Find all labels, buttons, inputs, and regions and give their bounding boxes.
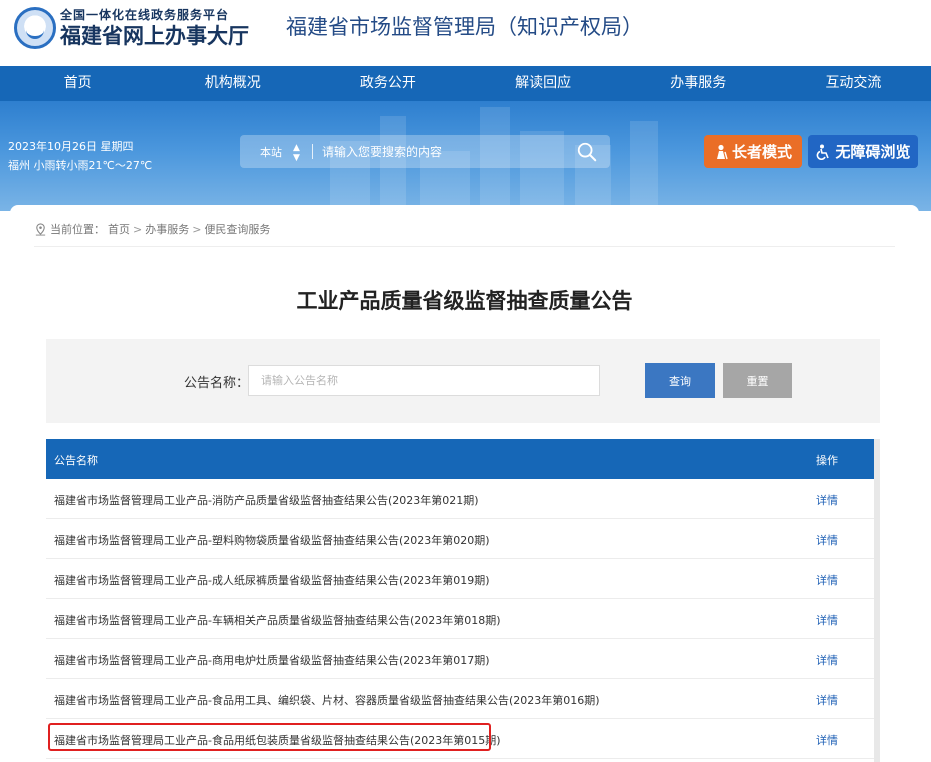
location-pin-icon xyxy=(35,222,46,236)
breadcrumb-separator: > xyxy=(192,222,202,236)
filter-bar: 公告名称： 查询 重置 xyxy=(46,339,880,423)
breadcrumb: 当前位置： 首页 > 办事服务 > 便民查询服务 xyxy=(34,221,270,237)
announcement-name-label: 公告名称： xyxy=(184,376,250,391)
table-row: 福建省市场监督管理局工业产品-塑料购物袋质量省级监督抽查结果公告(2023年第0… xyxy=(46,519,874,559)
announcement-link[interactable]: 福建省市场监督管理局工业产品-商用电炉灶质量省级监督抽查结果公告(2023年第0… xyxy=(54,652,490,668)
nav-item-services[interactable]: 办事服务 xyxy=(621,66,776,101)
nav-item-interpretation[interactable]: 解读回应 xyxy=(466,66,621,101)
page-title: 工业产品质量省级监督抽查质量公告 xyxy=(296,289,633,313)
department-title: 福建省市场监督管理局（知识产权局） xyxy=(286,15,643,39)
wheelchair-icon xyxy=(817,144,830,160)
reset-button[interactable]: 重置 xyxy=(723,363,792,398)
weather-info: 福州 小雨转小雨21℃～27℃ xyxy=(8,159,153,172)
details-link[interactable]: 详情 xyxy=(816,612,838,628)
elder-mode-label: 长者模式 xyxy=(731,143,792,161)
details-link[interactable]: 详情 xyxy=(816,492,838,508)
site-header: 全国一体化在线政务服务平台 福建省网上办事大厅 福建省市场监督管理局（知识产权局… xyxy=(0,0,931,66)
search-icon[interactable] xyxy=(576,141,598,163)
table-header: 公告名称 操作 xyxy=(46,439,874,479)
announcement-name-input[interactable] xyxy=(248,365,600,396)
announcement-link[interactable]: 福建省市场监督管理局工业产品-消防产品质量省级监督抽查结果公告(2023年第02… xyxy=(54,492,479,508)
breadcrumb-public-query[interactable]: 便民查询服务 xyxy=(204,221,270,237)
current-date: 2023年10月26日 星期四 xyxy=(8,140,134,153)
table-scrollbar[interactable] xyxy=(874,439,880,762)
nav-item-home[interactable]: 首页 xyxy=(0,66,155,101)
details-link[interactable]: 详情 xyxy=(816,732,838,748)
details-link[interactable]: 详情 xyxy=(816,652,838,668)
column-header-name: 公告名称 xyxy=(54,454,98,467)
skyline-decoration xyxy=(630,121,658,211)
breadcrumb-home[interactable]: 首页 xyxy=(108,221,130,237)
table-row: 福建省市场监督管理局工业产品-成人纸尿裤质量省级监督抽查结果公告(2023年第0… xyxy=(46,559,874,599)
announcement-link[interactable]: 福建省市场监督管理局工业产品-成人纸尿裤质量省级监督抽查结果公告(2023年第0… xyxy=(54,572,490,588)
column-header-operation: 操作 xyxy=(816,454,838,467)
accessible-browse-button[interactable]: 无障碍浏览 xyxy=(808,135,918,168)
details-link[interactable]: 详情 xyxy=(816,692,838,708)
table-row: 福建省市场监督管理局工业产品-食品用纸包装质量省级监督抽查结果公告(2023年第… xyxy=(46,719,874,759)
elder-person-icon xyxy=(716,144,728,159)
banner: 2023年10月26日 星期四 福州 小雨转小雨21℃～27℃ 本站 ▲▼ 长者… xyxy=(0,101,931,211)
content-panel: 当前位置： 首页 > 办事服务 > 便民查询服务 工业产品质量省级监督抽查质量公… xyxy=(10,205,919,762)
table-row: 福建省市场监督管理局工业产品-食品用工具、编织袋、片材、容器质量省级监督抽查结果… xyxy=(46,679,874,719)
sort-arrows-icon[interactable]: ▲ ▼ xyxy=(293,143,300,163)
nav-item-organization[interactable]: 机构概况 xyxy=(155,66,310,101)
nav-item-interaction[interactable]: 互动交流 xyxy=(776,66,931,101)
announcement-link[interactable]: 福建省市场监督管理局工业产品-塑料购物袋质量省级监督抽查结果公告(2023年第0… xyxy=(54,532,490,548)
elder-mode-button[interactable]: 长者模式 xyxy=(704,135,802,168)
search-input[interactable] xyxy=(322,141,562,162)
table-row: 福建省市场监督管理局工业产品-消防产品质量省级监督抽查结果公告(2023年第02… xyxy=(46,479,874,519)
details-link[interactable]: 详情 xyxy=(816,572,838,588)
breadcrumb-prefix: 当前位置： xyxy=(50,223,105,236)
site-search: 本站 ▲ ▼ xyxy=(240,135,610,168)
divider xyxy=(34,246,895,247)
table-row: 福建省市场监督管理局工业产品-车辆相关产品质量省级监督抽查结果公告(2023年第… xyxy=(46,599,874,639)
announcement-link[interactable]: 福建省市场监督管理局工业产品-车辆相关产品质量省级监督抽查结果公告(2023年第… xyxy=(54,612,501,628)
query-button[interactable]: 查询 xyxy=(645,363,715,398)
platform-logo-icon[interactable] xyxy=(14,7,56,49)
search-scope-select[interactable]: 本站 xyxy=(260,144,282,160)
nav-item-public-affairs[interactable]: 政务公开 xyxy=(310,66,465,101)
details-link[interactable]: 详情 xyxy=(816,532,838,548)
announcement-link[interactable]: 福建省市场监督管理局工业产品-食品用纸包装质量省级监督抽查结果公告(2023年第… xyxy=(54,732,501,748)
logo-title[interactable]: 福建省网上办事大厅 xyxy=(60,20,249,50)
announcement-link[interactable]: 福建省市场监督管理局工业产品-食品用工具、编织袋、片材、容器质量省级监督抽查结果… xyxy=(54,692,600,708)
accessible-browse-label: 无障碍浏览 xyxy=(835,143,911,161)
breadcrumb-services[interactable]: 办事服务 xyxy=(145,221,189,237)
table-row: 福建省市场监督管理局工业产品-商用电炉灶质量省级监督抽查结果公告(2023年第0… xyxy=(46,639,874,679)
search-divider xyxy=(312,144,313,159)
main-nav: 首页 机构概况 政务公开 解读回应 办事服务 互动交流 xyxy=(0,66,931,101)
breadcrumb-separator: > xyxy=(133,222,143,236)
